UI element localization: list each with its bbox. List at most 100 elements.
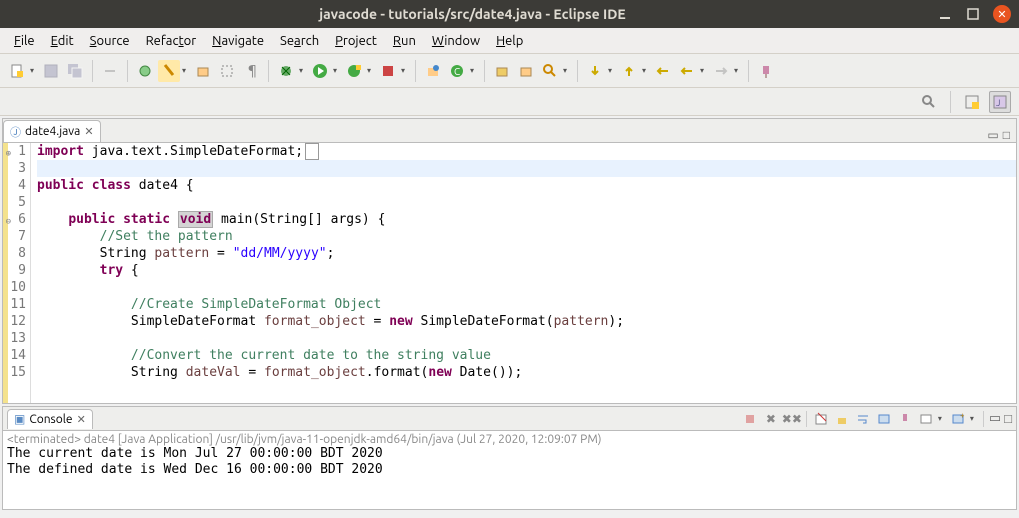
external-tools-dropdown[interactable]: ▾ <box>401 66 409 75</box>
editor-tab-date4[interactable]: Ⓙ date4.java ✕ <box>3 120 101 142</box>
code-area[interactable]: ⊕1 3 4 5 ⊖6 7 8 9 10 11 12 13 14 15 impo… <box>3 143 1016 403</box>
word-wrap-icon[interactable] <box>854 410 872 428</box>
menu-window[interactable]: Window <box>424 31 488 51</box>
save-all-icon[interactable] <box>64 60 86 82</box>
svg-text:+: + <box>960 412 965 420</box>
console-maximize-icon[interactable]: □ <box>1004 411 1012 426</box>
debug-dropdown[interactable]: ▾ <box>299 66 307 75</box>
new-dropdown[interactable]: ▾ <box>30 66 38 75</box>
coverage-dropdown[interactable]: ▾ <box>367 66 375 75</box>
menu-run[interactable]: Run <box>385 31 424 51</box>
display-dropdown[interactable]: ▾ <box>938 414 946 423</box>
fold-expand-icon[interactable]: ⊕ <box>3 146 11 156</box>
perspective-bar: J <box>0 88 1019 116</box>
tab-close-icon[interactable]: ✕ <box>84 125 93 138</box>
block-select-icon[interactable] <box>216 60 238 82</box>
menu-project[interactable]: Project <box>327 31 385 51</box>
console-tab[interactable]: ▣ Console ✕ <box>7 409 93 429</box>
open-resource-icon[interactable] <box>515 60 537 82</box>
console-tab-bar: ▣ Console ✕ ✖ ✖✖ ▾ + ▾ ▭ □ <box>3 407 1016 431</box>
console-output-line: The current date is Mon Jul 27 00:00:00 … <box>7 446 1012 462</box>
console-tab-close-icon[interactable]: ✕ <box>77 413 86 426</box>
menu-edit[interactable]: Edit <box>43 31 82 51</box>
open-perspective-icon[interactable] <box>961 91 983 113</box>
new-class-icon[interactable]: C <box>446 60 468 82</box>
link-icon[interactable] <box>99 60 121 82</box>
new-class-dropdown[interactable]: ▾ <box>470 66 478 75</box>
external-tools-icon[interactable] <box>377 60 399 82</box>
save-icon[interactable] <box>40 60 62 82</box>
java-perspective-icon[interactable]: J <box>989 91 1011 113</box>
new-java-project-icon[interactable] <box>422 60 444 82</box>
run-dropdown[interactable]: ▾ <box>333 66 341 75</box>
menu-source[interactable]: Source <box>82 31 138 51</box>
display-selected-icon[interactable] <box>917 410 935 428</box>
line-gutter[interactable]: ⊕1 3 4 5 ⊖6 7 8 9 10 11 12 13 14 15 <box>3 143 31 403</box>
svg-text:J: J <box>996 98 1000 108</box>
back-dropdown[interactable]: ▾ <box>700 66 708 75</box>
coverage-icon[interactable] <box>343 60 365 82</box>
menu-refactor[interactable]: Refactor <box>138 31 205 51</box>
new-package-icon[interactable] <box>192 60 214 82</box>
minimize-button[interactable] <box>937 6 953 22</box>
fold-collapse-icon[interactable]: ⊖ <box>3 214 11 224</box>
menu-help[interactable]: Help <box>488 31 531 51</box>
terminate-icon[interactable] <box>741 410 759 428</box>
remove-launch-icon[interactable]: ✖ <box>762 410 780 428</box>
pin-console-icon[interactable] <box>896 410 914 428</box>
console-content[interactable]: <terminated> date4 [Java Application] /u… <box>3 431 1016 509</box>
remove-all-icon[interactable]: ✖✖ <box>783 410 801 428</box>
tab-label: date4.java <box>25 125 80 138</box>
prev-annotation-dropdown[interactable]: ▾ <box>642 66 650 75</box>
clear-console-icon[interactable] <box>812 410 830 428</box>
run-icon[interactable] <box>309 60 331 82</box>
toggle-mark-icon[interactable] <box>158 60 180 82</box>
window-titlebar: javacode - tutorials/src/date4.java - Ec… <box>0 0 1019 28</box>
toggle-mark-dropdown[interactable]: ▾ <box>182 66 190 75</box>
maximize-view-icon[interactable]: □ <box>1003 128 1010 142</box>
svg-text:¶: ¶ <box>248 63 257 78</box>
quick-access-icon[interactable] <box>918 91 940 113</box>
forward-dropdown[interactable]: ▾ <box>734 66 742 75</box>
menubar: File Edit Source Refactor Navigate Searc… <box>0 28 1019 54</box>
close-button[interactable]: ✕ <box>993 5 1011 23</box>
open-task-icon[interactable] <box>491 60 513 82</box>
new-icon[interactable] <box>6 60 28 82</box>
code-content[interactable]: import java.text.SimpleDateFormat; publi… <box>31 143 1016 403</box>
console-header: <terminated> date4 [Java Application] /u… <box>7 433 1012 446</box>
last-edit-icon[interactable] <box>652 60 674 82</box>
editor-tab-bar: Ⓙ date4.java ✕ ▭ □ <box>3 119 1016 143</box>
search-dropdown[interactable]: ▾ <box>563 66 571 75</box>
back-icon[interactable] <box>676 60 698 82</box>
menu-navigate[interactable]: Navigate <box>204 31 272 51</box>
debug-icon[interactable] <box>275 60 297 82</box>
console-output-line: The defined date is Wed Dec 16 00:00:00 … <box>7 462 1012 478</box>
pin-icon[interactable] <box>755 60 777 82</box>
java-file-icon: Ⓙ <box>10 124 21 140</box>
editor-area: Ⓙ date4.java ✕ ▭ □ ⊕1 3 4 5 ⊖6 7 8 9 10 … <box>2 118 1017 404</box>
maximize-button[interactable] <box>965 6 981 22</box>
show-console-icon[interactable] <box>875 410 893 428</box>
scroll-lock-icon[interactable] <box>833 410 851 428</box>
show-whitespace-icon[interactable]: ¶ <box>240 60 262 82</box>
open-console-icon[interactable]: + <box>949 410 967 428</box>
window-controls: ✕ <box>937 5 1011 23</box>
next-annotation-icon[interactable] <box>584 60 606 82</box>
forward-icon[interactable] <box>710 60 732 82</box>
menu-search[interactable]: Search <box>272 31 327 51</box>
window-title: javacode - tutorials/src/date4.java - Ec… <box>8 6 937 22</box>
svg-text:C: C <box>454 66 460 77</box>
editor-controls: ▭ □ <box>987 128 1016 142</box>
console-minimize-icon[interactable]: ▭ <box>989 411 1001 426</box>
open-type-icon[interactable] <box>134 60 156 82</box>
console-area: ▣ Console ✕ ✖ ✖✖ ▾ + ▾ ▭ □ <terminated> … <box>2 406 1017 510</box>
prev-annotation-icon[interactable] <box>618 60 640 82</box>
menu-file[interactable]: File <box>6 31 43 51</box>
console-toolbar: ✖ ✖✖ ▾ + ▾ ▭ □ <box>741 410 1012 428</box>
search-icon[interactable] <box>539 60 561 82</box>
next-annotation-dropdown[interactable]: ▾ <box>608 66 616 75</box>
console-title: Console <box>29 413 72 426</box>
open-console-dropdown[interactable]: ▾ <box>970 414 978 423</box>
console-icon: ▣ <box>14 412 25 426</box>
minimize-view-icon[interactable]: ▭ <box>987 128 998 142</box>
